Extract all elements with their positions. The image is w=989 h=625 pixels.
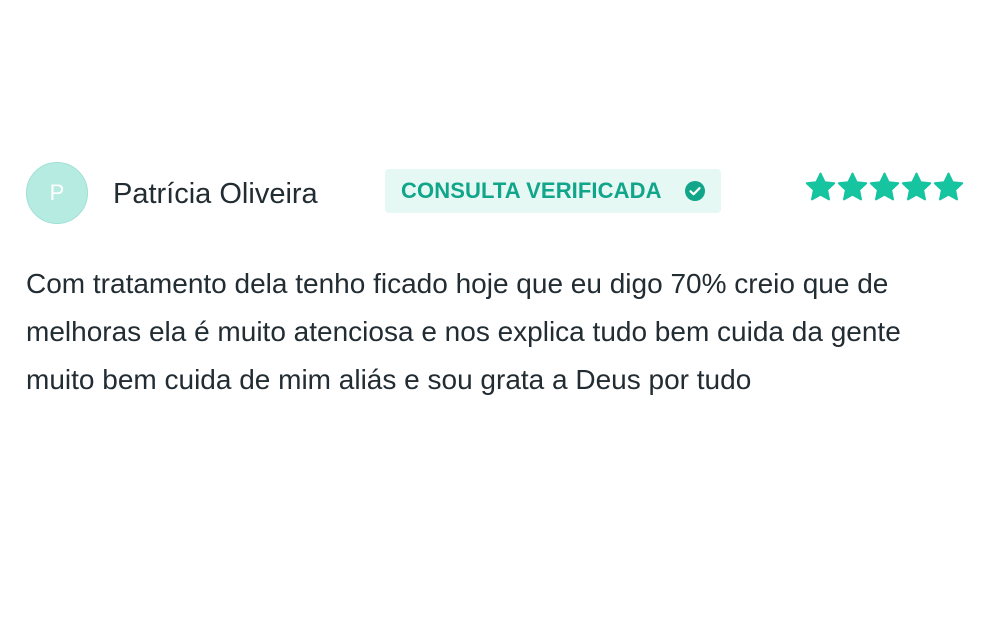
verified-badge: CONSULTA VERIFICADA [385,169,721,213]
verified-badge-label: CONSULTA VERIFICADA [401,178,662,203]
check-circle-icon [684,180,706,202]
review-header: P Patrícia Oliveira CONSULTA VERIFICADA [26,162,966,226]
avatar-initial: P [49,180,65,205]
star-icon [869,172,900,203]
star-rating [805,172,964,203]
review-text: Com tratamento dela tenho ficado hoje qu… [26,268,901,395]
avatar: P [26,162,88,224]
author-name: Patrícia Oliveira [113,178,318,210]
star-icon [837,172,868,203]
star-icon [901,172,932,203]
star-icon [933,172,964,203]
review-card: P Patrícia Oliveira CONSULTA VERIFICADA … [26,162,966,395]
star-icon [805,172,836,203]
